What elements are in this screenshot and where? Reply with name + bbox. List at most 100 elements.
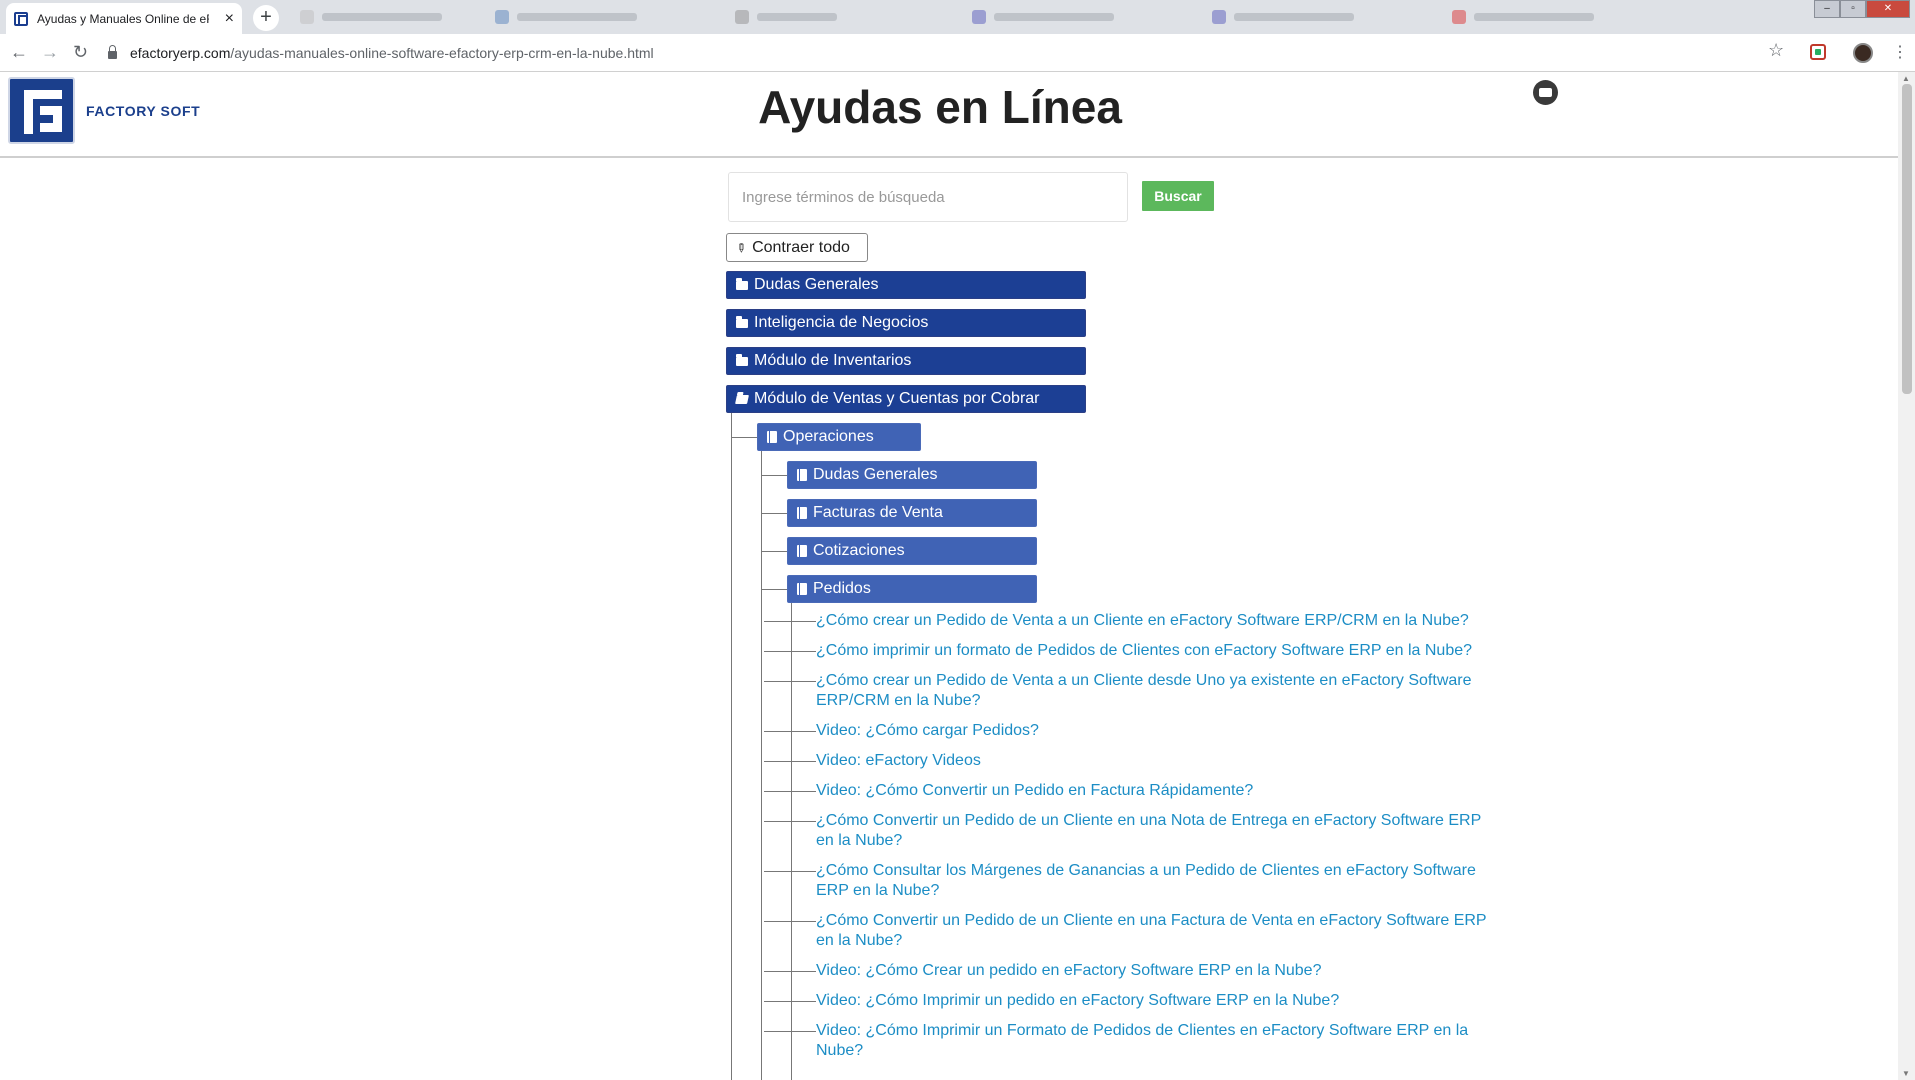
tree-connector	[761, 589, 787, 590]
tree-node-label: Inteligencia de Negocios	[754, 314, 929, 331]
scroll-down-icon[interactable]: ▼	[1902, 1069, 1910, 1078]
list-item: ¿Cómo Convertir un Pedido de un Cliente …	[764, 911, 1491, 951]
profile-avatar[interactable]	[1853, 43, 1873, 63]
search-input[interactable]	[728, 172, 1128, 222]
tree-node-dudas-generales[interactable]: Dudas Generales	[726, 271, 1086, 299]
bookmark-star-icon[interactable]: ☆	[1768, 40, 1784, 61]
tree-node-label: Módulo de Inventarios	[754, 352, 912, 369]
article-link[interactable]: ¿Cómo Convertir un Pedido de un Cliente …	[816, 911, 1491, 951]
tree-node-label: Facturas de Venta	[813, 504, 943, 521]
browser-tab[interactable]	[972, 8, 1114, 26]
tree-connector	[761, 475, 787, 476]
youtube-icon[interactable]	[1533, 80, 1558, 105]
url-field[interactable]: efactoryerp.com/ayudas-manuales-online-s…	[108, 39, 1788, 67]
site-header: FACTORY SOFT Ayudas en Línea	[0, 72, 1898, 158]
window-close-button[interactable]: ✕	[1866, 0, 1910, 18]
tree-connector	[761, 513, 787, 514]
tree-node-label: Pedidos	[813, 580, 871, 597]
page-viewport: FACTORY SOFT Ayudas en Línea Buscar ✎ Co…	[0, 72, 1915, 1080]
tree-node-modulo-ventas[interactable]: Módulo de Ventas y Cuentas por Cobrar	[726, 385, 1086, 413]
list-item: ¿Cómo Consultar los Márgenes de Ganancia…	[764, 861, 1491, 901]
list-item: Video: ¿Cómo Crear un pedido en eFactory…	[764, 961, 1491, 981]
browser-tab[interactable]	[1452, 8, 1594, 26]
collapse-all-button[interactable]: ✎ Contraer todo	[726, 233, 868, 262]
scrollbar-thumb[interactable]	[1902, 84, 1912, 394]
article-link[interactable]: Video: ¿Cómo Crear un pedido en eFactory…	[816, 961, 1491, 981]
page-scrollbar[interactable]: ▲ ▼	[1898, 72, 1915, 1080]
tree-node-label: Dudas Generales	[754, 276, 879, 293]
tab-close-icon[interactable]: ×	[225, 10, 234, 27]
tree-connector	[761, 451, 762, 1080]
tree-node-facturas-venta[interactable]: Facturas de Venta	[787, 499, 1037, 527]
browser-tab[interactable]	[300, 8, 442, 26]
tree-connector	[731, 437, 757, 438]
tree-node-cotizaciones[interactable]: Cotizaciones	[787, 537, 1037, 565]
search-button[interactable]: Buscar	[1142, 181, 1214, 211]
url-path: /ayudas-manuales-online-software-efactor…	[230, 45, 654, 61]
list-item: Video: ¿Cómo cargar Pedidos?	[764, 721, 1491, 741]
forward-arrow-icon[interactable]: →	[41, 42, 59, 62]
article-link[interactable]: ¿Cómo imprimir un formato de Pedidos de …	[816, 641, 1491, 661]
collapse-all-label: Contraer todo	[752, 238, 850, 256]
address-bar: ← → ↻ efactoryerp.com/ayudas-manuales-on…	[0, 34, 1915, 72]
pin-icon: ✎	[732, 238, 750, 257]
browser-tab[interactable]	[1212, 8, 1354, 26]
list-item: Video: ¿Cómo Imprimir un Formato de Pedi…	[764, 1021, 1491, 1061]
list-item: ¿Cómo imprimir un formato de Pedidos de …	[764, 641, 1491, 661]
browser-tab-active[interactable]: Ayudas y Manuales Online de eF ×	[6, 3, 242, 34]
folder-icon	[736, 277, 748, 290]
list-item: ¿Cómo crear un Pedido de Venta a un Clie…	[764, 611, 1491, 631]
tree-node-label: Módulo de Ventas y Cuentas por Cobrar	[754, 390, 1040, 407]
pedidos-article-list: ¿Cómo crear un Pedido de Venta a un Clie…	[764, 611, 1491, 1071]
article-link[interactable]: Video: ¿Cómo Convertir un Pedido en Fact…	[816, 781, 1491, 801]
article-link[interactable]: Video: ¿Cómo cargar Pedidos?	[816, 721, 1491, 741]
browser-tab-bar: Ayudas y Manuales Online de eF × + – ▫ ✕	[0, 0, 1915, 34]
minimize-button[interactable]: –	[1814, 0, 1840, 18]
article-link[interactable]: Video: eFactory Videos	[816, 751, 1491, 771]
article-link[interactable]: ¿Cómo crear un Pedido de Venta a un Clie…	[816, 611, 1491, 631]
page-title: Ayudas en Línea	[758, 81, 1122, 133]
tree-connector	[731, 413, 732, 1080]
site-favicon-icon	[14, 11, 28, 26]
back-arrow-icon[interactable]: ←	[10, 42, 28, 62]
book-icon	[797, 469, 807, 481]
tree-node-operaciones[interactable]: Operaciones	[757, 423, 921, 451]
url-host: efactoryerp.com	[130, 45, 231, 61]
tree-connector	[791, 603, 792, 1080]
tree-node-label: Operaciones	[783, 428, 874, 445]
browser-tab[interactable]	[495, 8, 637, 26]
book-icon	[797, 507, 807, 519]
article-link[interactable]: Video: ¿Cómo Imprimir un pedido en eFact…	[816, 991, 1491, 1011]
lock-icon	[108, 45, 117, 59]
book-icon	[797, 583, 807, 595]
new-tab-button[interactable]: +	[253, 5, 279, 31]
book-icon	[797, 545, 807, 557]
article-link[interactable]: ¿Cómo Convertir un Pedido de un Cliente …	[816, 811, 1491, 851]
scroll-up-icon[interactable]: ▲	[1902, 74, 1910, 83]
tree-connector	[761, 551, 787, 552]
list-item: Video: ¿Cómo Convertir un Pedido en Fact…	[764, 781, 1491, 801]
book-icon	[767, 431, 777, 443]
article-link[interactable]: ¿Cómo Consultar los Márgenes de Ganancia…	[816, 861, 1491, 901]
folder-icon	[736, 315, 748, 328]
browser-tab[interactable]	[735, 8, 837, 26]
reload-icon[interactable]: ↻	[73, 42, 88, 62]
tree-node-inteligencia-negocios[interactable]: Inteligencia de Negocios	[726, 309, 1086, 337]
tree-node-modulo-inventarios[interactable]: Módulo de Inventarios	[726, 347, 1086, 375]
browser-menu-icon[interactable]: ⋮	[1892, 42, 1908, 62]
tree-node-pedidos[interactable]: Pedidos	[787, 575, 1037, 603]
list-item: ¿Cómo Convertir un Pedido de un Cliente …	[764, 811, 1491, 851]
restore-button[interactable]: ▫	[1840, 0, 1866, 18]
article-link[interactable]: ¿Cómo crear un Pedido de Venta a un Clie…	[816, 671, 1491, 711]
list-item: ¿Cómo crear un Pedido de Venta a un Clie…	[764, 671, 1491, 711]
tree-node-label: Cotizaciones	[813, 542, 905, 559]
tree-node-label: Dudas Generales	[813, 466, 938, 483]
extension-icon[interactable]	[1810, 44, 1826, 60]
list-item: Video: eFactory Videos	[764, 751, 1491, 771]
article-link[interactable]: Video: ¿Cómo Imprimir un Formato de Pedi…	[816, 1021, 1491, 1061]
folder-open-icon	[735, 394, 749, 404]
tab-title: Ayudas y Manuales Online de eF	[37, 11, 209, 26]
tree-node-operaciones-dudas-generales[interactable]: Dudas Generales	[787, 461, 1037, 489]
list-item: Video: ¿Cómo Imprimir un pedido en eFact…	[764, 991, 1491, 1011]
folder-icon	[736, 353, 748, 366]
